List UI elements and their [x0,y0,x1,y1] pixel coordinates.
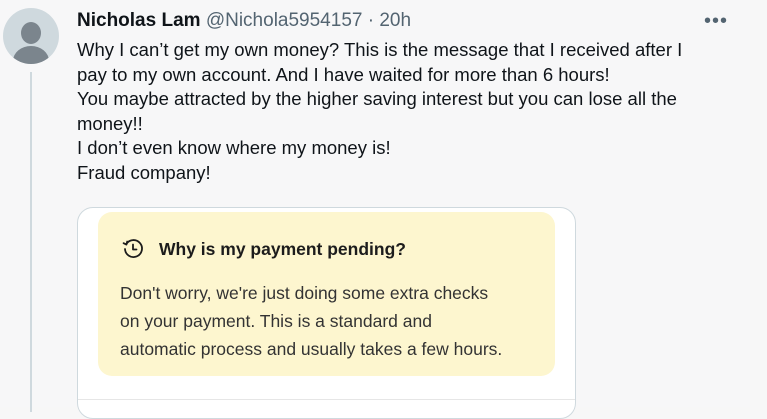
notice-body: Don't worry, we're just doing some extra… [120,279,540,363]
tweet-text-line: You maybe attracted by the higher saving… [77,88,677,109]
tweet-text-line: money!! [77,112,143,134]
payment-pending-notice: Why is my payment pending? Don't worry, … [98,212,555,376]
tweet[interactable]: Nicholas Lam @Nichola5954157 · 20h ••• W… [0,0,750,419]
notice-body-line: on your payment. This is a standard and [120,311,432,331]
clock-history-icon [122,238,144,260]
avatar-body-shape [13,46,49,64]
notice-title-row: Why is my payment pending? [122,238,406,260]
avatar-head-shape [21,22,41,44]
avatar[interactable] [3,8,59,64]
tweet-text-line: Why I can’t get my own money? This is th… [77,39,683,60]
tweet-header: Nicholas Lam @Nichola5954157 · 20h [77,9,411,33]
display-name[interactable]: Nicholas Lam [77,10,201,31]
notice-title: Why is my payment pending? [159,238,406,259]
tweet-text-line: I don’t even know where my money is! [77,137,391,158]
notice-body-line: Don't worry, we're just doing some extra… [120,283,489,303]
notice-body-line: automatic process and usually takes a fe… [120,339,503,359]
tweet-text: Why I can’t get my own money? This is th… [77,38,737,185]
attached-image[interactable]: Why is my payment pending? Don't worry, … [77,207,576,419]
user-handle[interactable]: @Nichola5954157 [206,10,363,31]
tweet-text-line: pay to my own account. And I have waited… [77,63,610,85]
separator-dot: · [367,10,375,31]
thread-line [30,72,32,412]
timestamp[interactable]: 20h [379,10,411,31]
more-options-icon[interactable]: ••• [704,9,728,33]
media-divider [78,399,575,400]
tweet-text-line: Fraud company! [77,161,211,183]
